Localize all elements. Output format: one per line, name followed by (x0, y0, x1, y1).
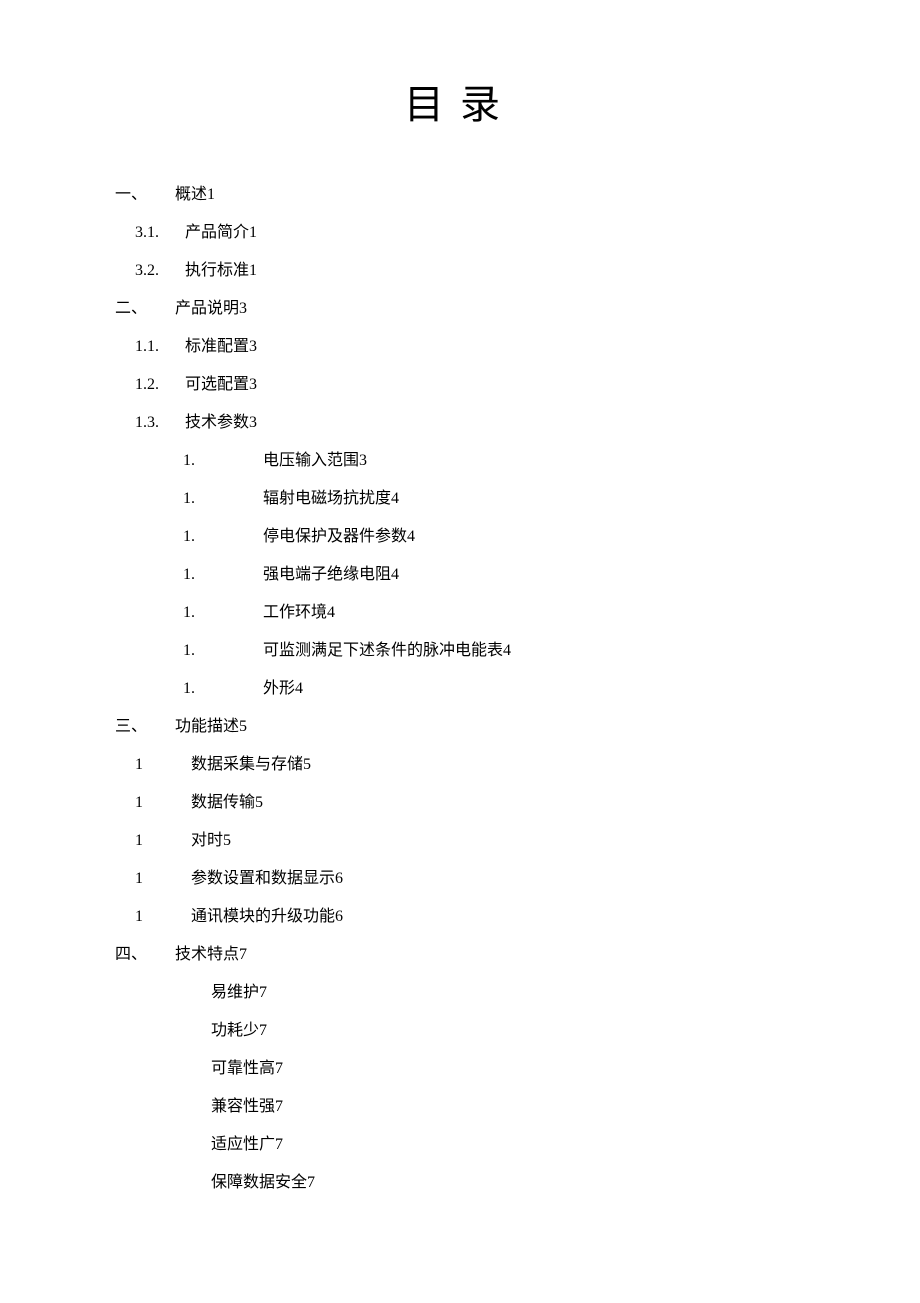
toc-line-text: 外形4 (263, 677, 303, 701)
toc-title: 目录 (115, 75, 805, 135)
toc-line-number: 1. (183, 563, 263, 587)
toc-body: 一、概述13.1.产品简介13.2.执行标准1二、产品说明31.1.标准配置31… (115, 183, 805, 1195)
toc-line-number: 1. (183, 487, 263, 511)
toc-line: 功耗少7 (115, 1019, 805, 1043)
toc-line-text: 强电端子绝缘电阻4 (263, 563, 399, 587)
toc-line-number: 1. (183, 601, 263, 625)
toc-line-number: 三、 (115, 715, 175, 739)
toc-line-number: 1. (183, 525, 263, 549)
toc-line-number: 1. (183, 639, 263, 663)
toc-line-number: 1 (135, 791, 191, 815)
toc-line: 1通讯模块的升级功能6 (115, 905, 805, 929)
toc-line-text: 电压输入范围3 (263, 449, 367, 473)
toc-line: 适应性广7 (115, 1133, 805, 1157)
toc-line: 3.1.产品简介1 (115, 221, 805, 245)
toc-line-number: 1.2. (135, 373, 185, 397)
toc-line-text: 功能描述5 (175, 715, 247, 739)
toc-line-text: 停电保护及器件参数4 (263, 525, 415, 549)
toc-line-text: 通讯模块的升级功能6 (191, 905, 343, 929)
toc-line-number: 1.3. (135, 411, 185, 435)
toc-line: 可靠性高7 (115, 1057, 805, 1081)
toc-line-text: 辐射电磁场抗扰度4 (263, 487, 399, 511)
toc-line: 3.2.执行标准1 (115, 259, 805, 283)
toc-line-number: 1.1. (135, 335, 185, 359)
toc-line-text: 可选配置3 (185, 373, 257, 397)
toc-line-text: 易维护7 (211, 981, 267, 1005)
toc-line-text: 技术参数3 (185, 411, 257, 435)
toc-line: 三、功能描述5 (115, 715, 805, 739)
toc-line-text: 数据传输5 (191, 791, 263, 815)
toc-line-text: 执行标准1 (185, 259, 257, 283)
toc-line-number: 1. (183, 677, 263, 701)
toc-line-number: 1 (135, 867, 191, 891)
toc-line: 二、产品说明3 (115, 297, 805, 321)
toc-line-text: 数据采集与存储5 (191, 753, 311, 777)
toc-line: 保障数据安全7 (115, 1171, 805, 1195)
toc-line: 1.电压输入范围3 (115, 449, 805, 473)
toc-line-text: 工作环境4 (263, 601, 335, 625)
toc-line: 兼容性强7 (115, 1095, 805, 1119)
toc-line-text: 对时5 (191, 829, 231, 853)
toc-line-text: 功耗少7 (211, 1019, 267, 1043)
toc-line: 1数据传输5 (115, 791, 805, 815)
toc-line-text: 适应性广7 (211, 1133, 283, 1157)
toc-line-text: 产品简介1 (185, 221, 257, 245)
toc-line-text: 标准配置3 (185, 335, 257, 359)
toc-line: 一、概述1 (115, 183, 805, 207)
toc-line-number: 四、 (115, 943, 175, 967)
toc-line: 1.3.技术参数3 (115, 411, 805, 435)
toc-line-number: 1 (135, 905, 191, 929)
toc-line: 1.停电保护及器件参数4 (115, 525, 805, 549)
toc-line-text: 技术特点7 (175, 943, 247, 967)
toc-line: 1.辐射电磁场抗扰度4 (115, 487, 805, 511)
toc-line-number: 一、 (115, 183, 175, 207)
toc-line-number: 3.1. (135, 221, 185, 245)
toc-line-number: 二、 (115, 297, 175, 321)
toc-line-text: 参数设置和数据显示6 (191, 867, 343, 891)
document-page: 目录 一、概述13.1.产品简介13.2.执行标准1二、产品说明31.1.标准配… (0, 0, 920, 1303)
toc-line-number: 1 (135, 829, 191, 853)
toc-line-text: 兼容性强7 (211, 1095, 283, 1119)
toc-line-number: 3.2. (135, 259, 185, 283)
toc-line: 1.外形4 (115, 677, 805, 701)
toc-line-text: 可靠性高7 (211, 1057, 283, 1081)
toc-line: 1.2.可选配置3 (115, 373, 805, 397)
toc-line-text: 保障数据安全7 (211, 1171, 315, 1195)
toc-line: 四、技术特点7 (115, 943, 805, 967)
toc-line: 1.1.标准配置3 (115, 335, 805, 359)
toc-line-text: 产品说明3 (175, 297, 247, 321)
toc-line: 易维护7 (115, 981, 805, 1005)
toc-line: 1.工作环境4 (115, 601, 805, 625)
toc-line-text: 可监测满足下述条件的脉冲电能表4 (263, 639, 511, 663)
toc-line-number: 1. (183, 449, 263, 473)
toc-line: 1数据采集与存储5 (115, 753, 805, 777)
toc-line: 1.强电端子绝缘电阻4 (115, 563, 805, 587)
toc-line-number: 1 (135, 753, 191, 777)
toc-line: 1对时5 (115, 829, 805, 853)
toc-line: 1参数设置和数据显示6 (115, 867, 805, 891)
toc-line: 1.可监测满足下述条件的脉冲电能表4 (115, 639, 805, 663)
toc-line-text: 概述1 (175, 183, 215, 207)
